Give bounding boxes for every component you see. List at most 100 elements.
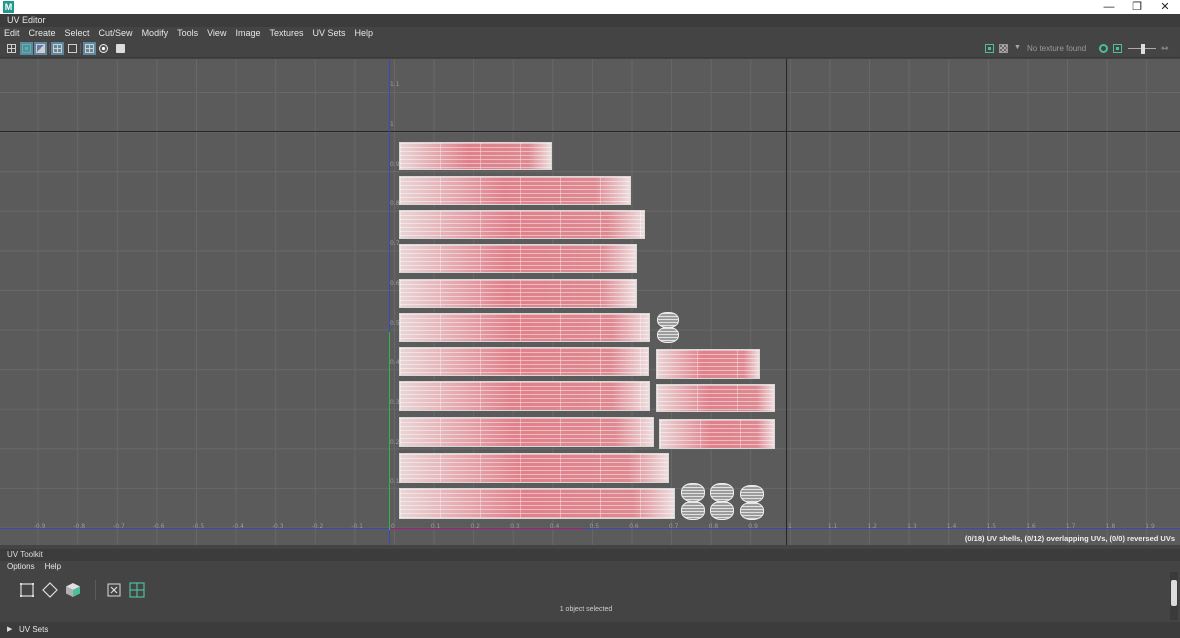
os-title-bar: M — ❐ ✕	[0, 0, 1180, 14]
v-axis-tick-label: 0.1	[390, 478, 400, 486]
uv-shell[interactable]	[659, 419, 775, 449]
chevron-down-icon[interactable]: ▼	[1014, 44, 1021, 51]
v-axis-tick-label: 1	[390, 121, 394, 128]
u-axis-tick-label: 0.7	[668, 523, 679, 530]
uv-shell[interactable]	[399, 347, 649, 376]
close-button[interactable]: ✕	[1151, 0, 1179, 14]
uv-shell[interactable]	[399, 417, 654, 447]
u-axis-tick-label: 0	[391, 523, 395, 530]
snap-grid-icon	[85, 44, 94, 53]
image-icon	[36, 44, 45, 53]
v-axis-tick-label: 0.2	[390, 438, 400, 446]
menu-textures[interactable]: Textures	[269, 27, 303, 40]
restore-button[interactable]: ❐	[1123, 0, 1151, 14]
checker-icon	[99, 44, 108, 53]
u-axis-tick-label: 1.2	[867, 523, 877, 530]
u-axis-tick-label: -0.2	[311, 523, 324, 530]
menu-select[interactable]: Select	[65, 27, 90, 40]
texture-status: No texture found	[1027, 44, 1087, 53]
u-axis-tick-label: 1.9	[1145, 523, 1155, 530]
uv-shell[interactable]	[399, 244, 637, 273]
u-axis-tick-label: 0.5	[589, 523, 600, 530]
isolate-button[interactable]	[97, 42, 110, 55]
image-button[interactable]	[34, 42, 47, 55]
u-axis-tick-label: 0.1	[430, 523, 441, 530]
menu-edit[interactable]: Edit	[4, 27, 20, 40]
texture-button[interactable]	[1111, 42, 1124, 55]
menu-cut-sew[interactable]: Cut/Sew	[99, 27, 133, 40]
uv-shell[interactable]	[399, 142, 552, 170]
u-axis-tick-label: -0.3	[271, 523, 284, 530]
u-axis-tick-label: 1.5	[986, 523, 997, 530]
refresh-button[interactable]	[1097, 42, 1110, 55]
menu-modify[interactable]: Modify	[142, 27, 169, 40]
camera-icon	[116, 44, 125, 53]
menu-uv-sets[interactable]: UV Sets	[312, 27, 345, 40]
uv-shell[interactable]	[399, 176, 631, 205]
menu-image[interactable]: Image	[235, 27, 260, 40]
uv-shell-small[interactable]	[657, 312, 679, 328]
scrollbar-thumb[interactable]	[1171, 580, 1177, 606]
u-axis-tick-label: 0.9	[748, 523, 758, 530]
uv-viewport[interactable]: (0/18) UV shells, (0/12) overlapping UVs…	[0, 59, 1180, 545]
uv-sets-section[interactable]: ▶ UV Sets	[0, 622, 1180, 638]
minimize-button[interactable]: —	[1095, 0, 1123, 14]
face-select-icon[interactable]	[65, 582, 81, 598]
u-axis-tick-label: 1.8	[1105, 523, 1116, 530]
refresh-icon	[1099, 44, 1108, 53]
cut-icon[interactable]	[106, 582, 122, 598]
u-axis-tick-label: -0.4	[232, 523, 244, 530]
uv-shell-select-icon[interactable]	[19, 582, 35, 598]
uv-shell[interactable]	[399, 488, 675, 519]
uv-shell[interactable]	[399, 313, 650, 342]
uv-shell[interactable]	[399, 453, 669, 483]
uv-shell[interactable]	[399, 210, 645, 239]
u-axis-tick-label: 0.4	[549, 523, 560, 530]
uv-shell[interactable]	[399, 381, 650, 411]
grid-toggle-icon	[7, 44, 16, 53]
uv-grid-button[interactable]	[66, 42, 79, 55]
u-axis-tick-label: 0.6	[629, 523, 639, 530]
snap-grid-button[interactable]	[83, 42, 96, 55]
uv-shell-small[interactable]	[681, 501, 705, 520]
v-axis-tick-label: 0.8	[390, 200, 400, 208]
grid-toggle-button[interactable]	[5, 42, 18, 55]
uv-shell[interactable]	[656, 384, 775, 412]
shaded-button[interactable]	[20, 42, 33, 55]
menu-help[interactable]: Help	[355, 27, 374, 40]
uv-shell-small[interactable]	[681, 483, 705, 502]
exposure-slider-thumb[interactable]	[1141, 44, 1145, 54]
v-axis-tick-label: 0.7	[390, 240, 400, 248]
uv-shell-small[interactable]	[710, 483, 734, 502]
uv-shell-small[interactable]	[710, 501, 734, 520]
uv-select-icon[interactable]	[42, 582, 58, 598]
toolkit-scrollbar[interactable]	[1170, 572, 1178, 620]
uv-shell-small[interactable]	[740, 485, 764, 503]
image-display-button[interactable]	[983, 42, 996, 55]
uv-range-right-line	[786, 59, 787, 545]
uv-shell[interactable]	[656, 349, 760, 379]
v-axis-tick-label: 0.9	[390, 160, 400, 168]
toolkit-menu-options[interactable]: Options	[7, 561, 35, 572]
checker-display-button[interactable]	[997, 42, 1010, 55]
toolkit-menu-help[interactable]: Help	[45, 561, 61, 572]
u-axis-tick-label: -0.8	[73, 523, 86, 530]
uv-shell-small[interactable]	[657, 327, 679, 343]
snapshot-button[interactable]	[114, 42, 127, 55]
u-axis-tick-label: -0.5	[192, 523, 205, 530]
v-axis-tick-label: 0.3	[390, 398, 400, 406]
grid-button[interactable]	[51, 42, 64, 55]
uv-shell[interactable]	[399, 279, 637, 308]
u-axis-tick-label: 0.3	[510, 523, 520, 530]
uv-shell-small[interactable]	[740, 502, 764, 520]
menu-view[interactable]: View	[207, 27, 226, 40]
menu-create[interactable]: Create	[29, 27, 56, 40]
toolbar-divider	[80, 43, 81, 54]
menu-tools[interactable]: Tools	[177, 27, 198, 40]
u-axis-tick-label: 1.3	[907, 523, 917, 530]
u-axis-tick-label: 1.6	[1026, 523, 1036, 530]
menu-bar: Edit Create Select Cut/Sew Modify Tools …	[0, 27, 1180, 40]
layout-icon[interactable]	[129, 582, 145, 598]
u-axis-tick-label: 1.7	[1065, 523, 1076, 530]
expand-arrow-icon[interactable]: ▶	[7, 625, 12, 633]
